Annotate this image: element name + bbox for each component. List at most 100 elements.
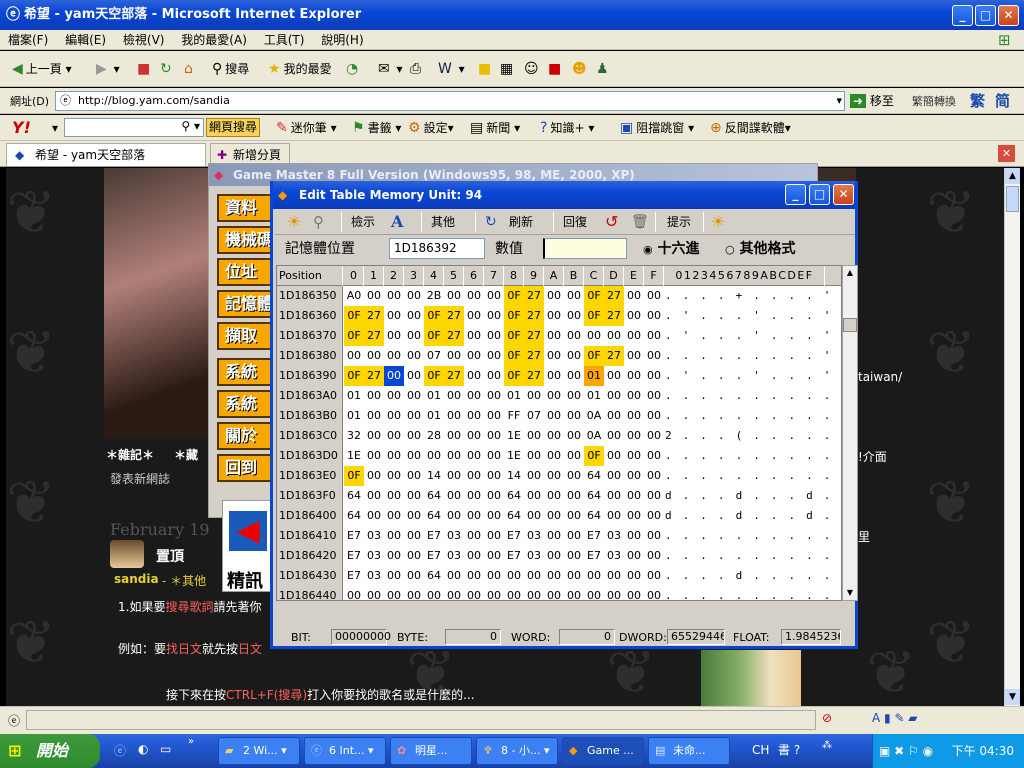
hex-cell[interactable]: 27 (364, 326, 384, 346)
hex-cell[interactable]: 00 (624, 326, 644, 346)
hex-cell[interactable]: 0F (344, 306, 364, 326)
hex-cell[interactable]: 00 (364, 446, 384, 466)
hex-cell[interactable]: 00 (624, 546, 644, 566)
menu-file[interactable]: 檔案(F) (8, 33, 48, 47)
hex-cell[interactable]: 00 (624, 466, 644, 486)
hex-cell[interactable]: 00 (584, 326, 604, 346)
restore-button[interactable]: 回復 (563, 213, 587, 231)
hex-cell[interactable]: 01 (344, 406, 364, 426)
hex-cell[interactable]: 00 (604, 366, 624, 386)
hex-cell[interactable]: 00 (384, 526, 404, 546)
hex-cell[interactable]: 00 (384, 386, 404, 406)
toolbar-extra-1[interactable]: ▦ (500, 59, 516, 79)
hex-cell[interactable]: 00 (644, 426, 664, 446)
hex-cell[interactable]: 0F (504, 306, 524, 326)
find-icon[interactable]: ⚲ (313, 213, 324, 231)
close-tab-button[interactable]: ✕ (998, 145, 1015, 162)
hex-cell[interactable]: 01 (424, 406, 444, 426)
hex-cell[interactable]: 00 (524, 486, 544, 506)
hex-cell[interactable]: 00 (384, 306, 404, 326)
hex-cell[interactable]: 00 (544, 286, 564, 306)
hex-cell[interactable]: 03 (364, 546, 384, 566)
menu-view[interactable]: 檢視(V) (123, 33, 165, 47)
hex-cell[interactable]: 64 (584, 466, 604, 486)
hex-cell[interactable]: 00 (404, 526, 424, 546)
hex-cell[interactable]: 0F (424, 366, 444, 386)
task-untitled[interactable]: ▤ 未命... (648, 737, 730, 765)
hex-cell[interactable]: 00 (364, 406, 384, 426)
menu-help[interactable]: 說明(H) (321, 33, 363, 47)
minimize-button[interactable]: _ (952, 5, 973, 26)
hex-cell[interactable]: 00 (344, 346, 364, 366)
hex-cell[interactable]: 00 (444, 386, 464, 406)
hex-cell[interactable]: E7 (344, 546, 364, 566)
hex-cell[interactable]: 27 (444, 366, 464, 386)
status-tools-icons[interactable]: A ▮ ✎ ▰ (872, 711, 918, 725)
hex-cell[interactable]: 00 (404, 346, 424, 366)
favorites-button[interactable]: ★ 我的最愛 (268, 59, 332, 79)
hex-cell[interactable]: 00 (564, 486, 584, 506)
table-scroll-thumb[interactable] (843, 318, 857, 332)
hex-cell[interactable]: E7 (504, 526, 524, 546)
yahoo-logo-icon[interactable]: Y! (12, 118, 31, 137)
knowledge-button[interactable]: ? 知識+ ▾ (540, 118, 594, 138)
hex-cell[interactable]: 00 (484, 546, 504, 566)
hex-cell[interactable]: E7 (344, 566, 364, 586)
hex-cell[interactable]: 00 (464, 406, 484, 426)
tray-icons[interactable]: ▣ ✖ ⚐ ◉ (879, 734, 933, 768)
hex-cell[interactable]: 03 (604, 526, 624, 546)
hex-cell[interactable]: 00 (564, 426, 584, 446)
hex-cell[interactable]: 00 (564, 306, 584, 326)
task-small[interactable]: ♆ 8 - 小... ▾ (476, 737, 558, 765)
hex-cell[interactable]: 00 (624, 446, 644, 466)
menu-tools[interactable]: 工具(T) (264, 33, 305, 47)
history-button[interactable]: ◔ (346, 59, 361, 79)
hex-cell[interactable]: 00 (564, 506, 584, 526)
hex-cell[interactable]: 00 (544, 346, 564, 366)
hex-cell[interactable]: 00 (384, 326, 404, 346)
hex-cell[interactable]: E7 (424, 526, 444, 546)
yahoo-dropdown-icon[interactable]: ▾ (52, 121, 58, 135)
hex-cell[interactable]: 27 (604, 306, 624, 326)
hex-cell[interactable]: 00 (604, 446, 624, 466)
trash-icon[interactable]: 🗑 (631, 213, 649, 231)
hex-cell[interactable]: 00 (584, 586, 604, 600)
hex-cell[interactable]: 00 (564, 386, 584, 406)
nav-collection[interactable]: ＊藏 (174, 446, 198, 463)
hex-cell[interactable]: 00 (524, 566, 544, 586)
hex-cell[interactable]: 00 (564, 546, 584, 566)
et-maximize-button[interactable]: □ (809, 184, 830, 205)
hex-cell[interactable]: 14 (424, 466, 444, 486)
hex-cell[interactable]: 00 (444, 346, 464, 366)
et-minimize-button[interactable]: _ (785, 184, 806, 205)
toolbar-extra-5[interactable]: ♟ (596, 59, 612, 79)
hex-cell[interactable]: FF (504, 406, 524, 426)
hex-cell[interactable]: 0F (424, 326, 444, 346)
web-search-button[interactable]: 網頁搜尋 (206, 118, 261, 137)
hex-cell[interactable]: 07 (424, 346, 444, 366)
hex-cell[interactable]: 00 (544, 446, 564, 466)
hex-cell[interactable]: 01 (504, 386, 524, 406)
hex-cell[interactable]: 00 (604, 466, 624, 486)
hex-cell[interactable]: 00 (624, 526, 644, 546)
hex-cell[interactable]: 27 (364, 366, 384, 386)
hex-cell[interactable]: 00 (404, 286, 424, 306)
hex-cell[interactable]: 00 (464, 506, 484, 526)
hex-cell[interactable]: E7 (424, 546, 444, 566)
task-ie[interactable]: ⓔ 6 Int... ▾ (304, 737, 386, 765)
hex-cell[interactable]: 00 (384, 406, 404, 426)
hex-cell[interactable]: 03 (364, 526, 384, 546)
hex-cell[interactable]: 64 (504, 486, 524, 506)
hex-cell[interactable]: 1E (344, 446, 364, 466)
address-dropdown-icon[interactable]: ▾ (836, 92, 842, 110)
quicklaunch-ie-icon[interactable]: ⓔ (114, 742, 126, 759)
hex-cell[interactable]: 0F (584, 346, 604, 366)
task-star[interactable]: ✿ 明星... (390, 737, 472, 765)
start-button[interactable]: ⊞ 開始 (0, 734, 100, 768)
hex-cell[interactable]: 00 (544, 486, 564, 506)
hex-cell[interactable]: 00 (344, 586, 364, 600)
hex-cell[interactable]: 03 (444, 526, 464, 546)
hex-cell[interactable]: 00 (484, 466, 504, 486)
hex-cell[interactable]: 00 (464, 566, 484, 586)
hex-cell[interactable]: 00 (564, 286, 584, 306)
